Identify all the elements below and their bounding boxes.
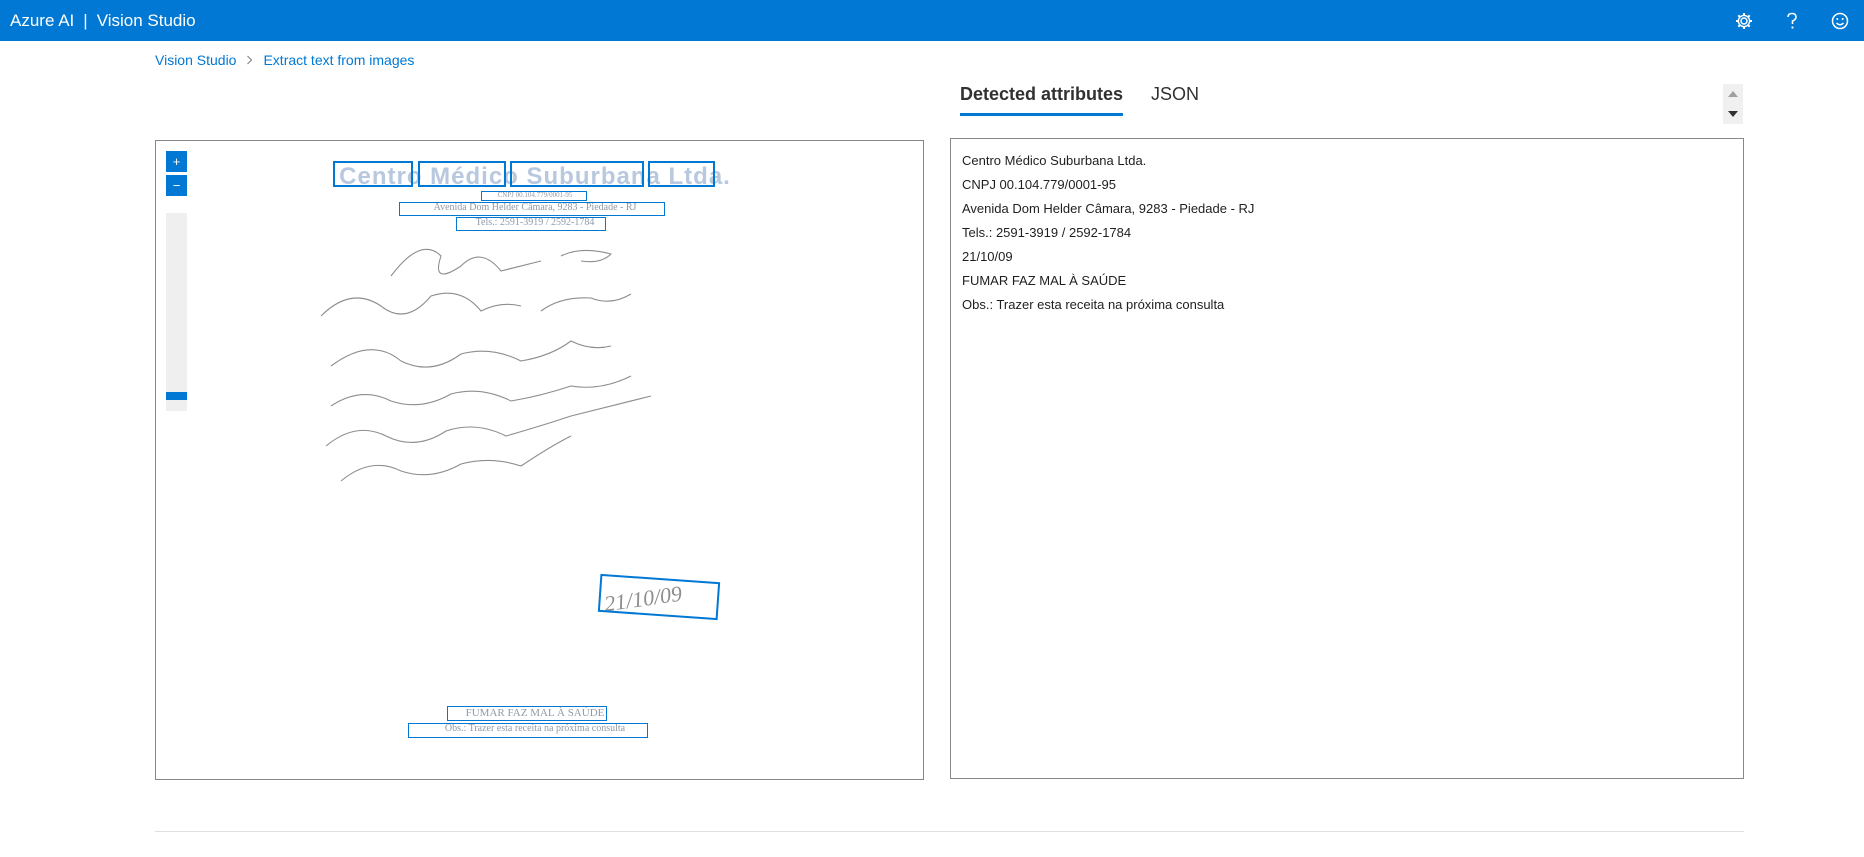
result-tabs: Detected attributes JSON xyxy=(960,84,1227,116)
app-brand[interactable]: Azure AI | Vision Studio xyxy=(10,11,196,31)
attribute-line: Avenida Dom Helder Câmara, 9283 - Piedad… xyxy=(962,201,1255,216)
attribute-line: Obs.: Trazer esta receita na próxima con… xyxy=(962,297,1225,312)
attribute-line: 21/10/09 xyxy=(962,249,1013,264)
word-bbox[interactable] xyxy=(418,161,506,187)
line-bbox[interactable] xyxy=(447,706,607,721)
chevron-right-icon xyxy=(246,55,253,65)
feedback-smiley-icon[interactable] xyxy=(1816,0,1864,41)
word-bbox[interactable] xyxy=(648,161,715,187)
bottom-divider xyxy=(155,831,1744,832)
tab-detected-attributes[interactable]: Detected attributes xyxy=(960,84,1124,116)
gear-icon[interactable] xyxy=(1720,0,1768,41)
brand-secondary: Vision Studio xyxy=(96,10,196,30)
image-viewer[interactable]: + − Centro Médico Suburbana Ltda. CNPJ 0… xyxy=(155,140,924,780)
tab-scroller xyxy=(1723,84,1743,124)
word-bbox[interactable] xyxy=(333,161,413,187)
zoom-in-button[interactable]: + xyxy=(166,151,187,172)
top-icons xyxy=(1720,0,1864,41)
zoom-slider-thumb[interactable] xyxy=(166,392,187,400)
line-bbox[interactable] xyxy=(408,723,648,738)
line-bbox[interactable] xyxy=(456,217,606,231)
top-bar: Azure AI | Vision Studio xyxy=(0,0,1864,41)
attribute-line: Tels.: 2591-3919 / 2592-1784 xyxy=(962,225,1132,240)
line-bbox[interactable] xyxy=(481,191,587,201)
attribute-line: CNPJ 00.104.779/0001-95 xyxy=(962,177,1116,192)
prescription-image: Centro Médico Suburbana Ltda. CNPJ 00.10… xyxy=(311,141,759,779)
help-icon[interactable] xyxy=(1768,0,1816,41)
line-bbox[interactable] xyxy=(399,202,665,216)
scroll-up-icon[interactable] xyxy=(1723,84,1743,104)
detected-attributes-panel: Centro Médico Suburbana Ltda. CNPJ 00.10… xyxy=(950,138,1744,779)
brand-separator: | xyxy=(83,10,88,30)
zoom-slider-track[interactable] xyxy=(166,213,187,411)
tab-json[interactable]: JSON xyxy=(1151,84,1199,116)
zoom-out-button[interactable]: − xyxy=(166,175,187,196)
handwriting-scribble xyxy=(320,248,652,482)
breadcrumb-extract-text[interactable]: Extract text from images xyxy=(263,52,414,68)
scroll-down-icon[interactable] xyxy=(1723,104,1743,124)
brand-primary: Azure AI xyxy=(10,10,75,30)
attribute-line: FUMAR FAZ MAL À SAÚDE xyxy=(962,273,1127,288)
word-bbox[interactable] xyxy=(510,161,644,187)
breadcrumb: Vision Studio Extract text from images xyxy=(155,52,414,68)
breadcrumb-vision-studio[interactable]: Vision Studio xyxy=(155,52,236,68)
attribute-line: Centro Médico Suburbana Ltda. xyxy=(962,153,1147,168)
